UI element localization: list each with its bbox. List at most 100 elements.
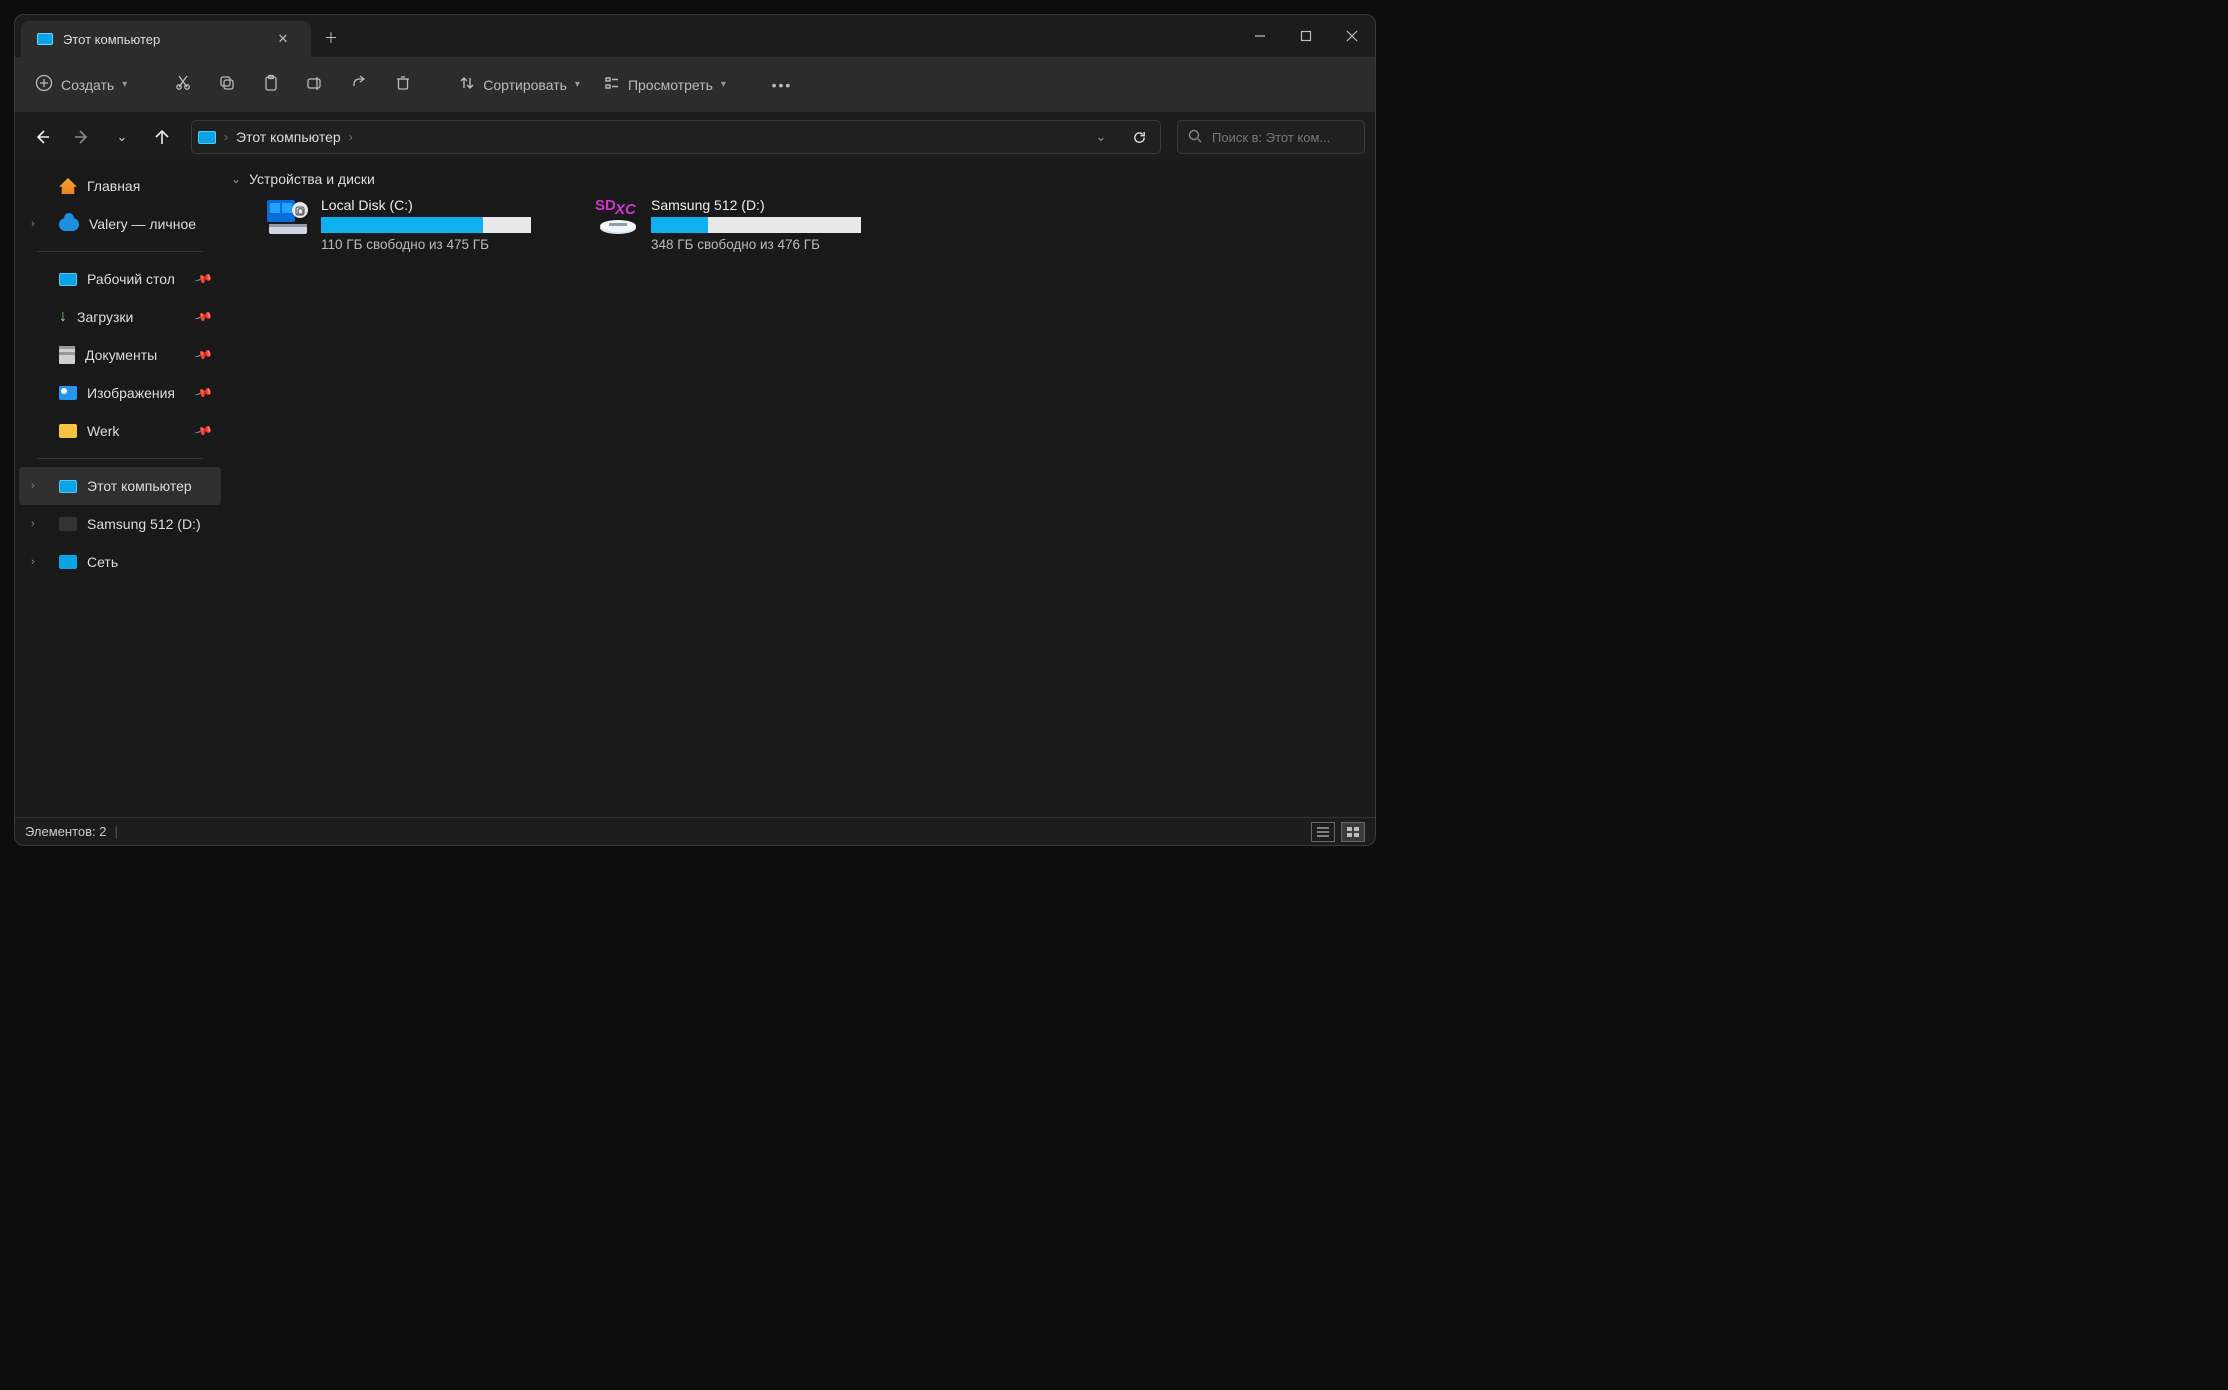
tab-this-pc[interactable]: Этот компьютер ✕ (21, 21, 311, 57)
sidebar-item-home[interactable]: Главная (19, 167, 221, 205)
scissors-icon (174, 74, 192, 95)
usage-bar (651, 217, 861, 233)
desktop-icon (59, 273, 77, 286)
navigation-pane: Главная › Valery — личное Рабочий стол 📌… (15, 161, 225, 817)
sidebar-item-downloads[interactable]: ↓ Загрузки 📌 (19, 298, 221, 336)
chevron-right-icon: › (349, 130, 353, 144)
tab-close-button[interactable]: ✕ (269, 25, 297, 53)
pictures-icon (59, 386, 77, 400)
sidebar-item-desktop[interactable]: Рабочий стол 📌 (19, 260, 221, 298)
pin-icon: 📌 (194, 269, 214, 289)
view-button[interactable]: Просмотреть ▾ (594, 69, 736, 100)
new-tab-button[interactable]: ＋ (311, 19, 351, 57)
pin-icon: 📌 (194, 383, 214, 403)
more-icon: ••• (772, 77, 793, 93)
group-header-devices[interactable]: ⌄ Устройства и диски (225, 161, 1375, 197)
chevron-down-icon: ▾ (122, 79, 127, 90)
address-history-button[interactable]: ⌄ (1086, 122, 1116, 152)
sidebar-item-documents[interactable]: Документы 📌 (19, 336, 221, 374)
separator (37, 251, 203, 252)
chevron-down-icon: ⌄ (117, 129, 128, 145)
monitor-icon (198, 131, 216, 144)
plus-circle-icon (35, 74, 53, 95)
sidebar-item-label: Этот компьютер (87, 478, 192, 494)
pin-icon: 📌 (194, 307, 214, 327)
sidebar-item-label: Werk (87, 423, 119, 439)
back-button[interactable] (25, 120, 59, 154)
sidebar-item-label: Samsung 512 (D:) (87, 516, 201, 532)
details-view-button[interactable] (1311, 822, 1335, 842)
folder-icon (59, 424, 77, 438)
cut-button[interactable] (163, 68, 203, 101)
sidebar-item-label: Изображения (87, 385, 175, 401)
usage-bar-fill (321, 217, 483, 233)
drive-free-text: 348 ГБ свободно из 476 ГБ (651, 237, 895, 252)
tiles-view-button[interactable] (1341, 822, 1365, 842)
up-button[interactable] (145, 120, 179, 154)
paste-button[interactable] (251, 68, 291, 101)
network-icon (59, 555, 77, 569)
sort-label: Сортировать (483, 77, 567, 93)
monitor-icon (59, 480, 77, 493)
share-button[interactable] (339, 68, 379, 101)
recent-button[interactable]: ⌄ (105, 120, 139, 154)
sidebar-item-werk[interactable]: Werk 📌 (19, 412, 221, 450)
chevron-right-icon[interactable]: › (31, 518, 35, 530)
group-title: Устройства и диски (249, 171, 375, 187)
forward-button[interactable] (65, 120, 99, 154)
navigation-row: ⌄ › Этот компьютер › ⌄ (15, 113, 1375, 161)
delete-button[interactable] (383, 68, 423, 101)
sidebar-item-onedrive[interactable]: › Valery — личное (19, 205, 221, 243)
copy-icon (218, 74, 236, 95)
chevron-down-icon: ⌄ (1096, 129, 1107, 145)
search-icon (1188, 129, 1202, 146)
drive-free-text: 110 ГБ свободно из 475 ГБ (321, 237, 565, 252)
tab-title: Этот компьютер (63, 32, 259, 47)
search-box[interactable] (1177, 120, 1365, 154)
chevron-right-icon[interactable]: › (31, 218, 35, 230)
copy-button[interactable] (207, 68, 247, 101)
new-button[interactable]: Создать ▾ (25, 68, 137, 101)
chevron-right-icon[interactable]: › (31, 556, 35, 568)
separator (37, 458, 203, 459)
sort-button[interactable]: Сортировать ▾ (449, 69, 590, 100)
chevron-down-icon: ⌄ (231, 172, 241, 186)
explorer-window: Этот компьютер ✕ ＋ Создать ▾ Сортиро (14, 14, 1376, 846)
sidebar-item-label: Рабочий стол (87, 271, 175, 287)
sidebar-item-pictures[interactable]: Изображения 📌 (19, 374, 221, 412)
more-button[interactable]: ••• (762, 71, 802, 99)
download-icon: ↓ (59, 309, 67, 325)
monitor-icon (37, 33, 53, 45)
rename-button[interactable] (295, 68, 335, 101)
sidebar-item-samsung[interactable]: › Samsung 512 (D:) (19, 505, 221, 543)
sidebar-item-this-pc[interactable]: › Этот компьютер (19, 467, 221, 505)
hdd-icon (265, 197, 311, 237)
pin-icon: 📌 (194, 421, 214, 441)
address-bar[interactable]: › Этот компьютер › ⌄ (191, 120, 1161, 154)
drives-list: Local Disk (C:) 110 ГБ свободно из 475 Г… (225, 197, 1375, 252)
close-button[interactable] (1329, 15, 1375, 57)
drive-d[interactable]: SD XC Samsung 512 (D:) 348 ГБ свободно и… (595, 197, 895, 252)
trash-icon (394, 74, 412, 95)
chevron-down-icon: ▾ (575, 79, 580, 90)
refresh-button[interactable] (1124, 122, 1154, 152)
maximize-button[interactable] (1283, 15, 1329, 57)
chevron-right-icon[interactable]: › (31, 480, 35, 492)
usage-bar (321, 217, 531, 233)
minimize-button[interactable] (1237, 15, 1283, 57)
svg-text:SD: SD (595, 197, 616, 214)
svg-text:XC: XC (614, 201, 637, 218)
item-count: Элементов: 2 (25, 824, 106, 839)
search-input[interactable] (1212, 130, 1376, 145)
document-icon (59, 346, 75, 364)
sidebar-item-label: Valery — личное (89, 216, 196, 232)
sidebar-item-label: Главная (87, 178, 140, 194)
clipboard-icon (262, 74, 280, 95)
rename-icon (306, 74, 324, 95)
breadcrumb-root[interactable]: Этот компьютер (236, 129, 341, 145)
drive-c[interactable]: Local Disk (C:) 110 ГБ свободно из 475 Г… (265, 197, 565, 252)
sidebar-item-network[interactable]: › Сеть (19, 543, 221, 581)
sd-card-icon (59, 517, 77, 531)
status-bar: Элементов: 2 | (15, 817, 1375, 845)
title-bar: Этот компьютер ✕ ＋ (15, 15, 1375, 57)
